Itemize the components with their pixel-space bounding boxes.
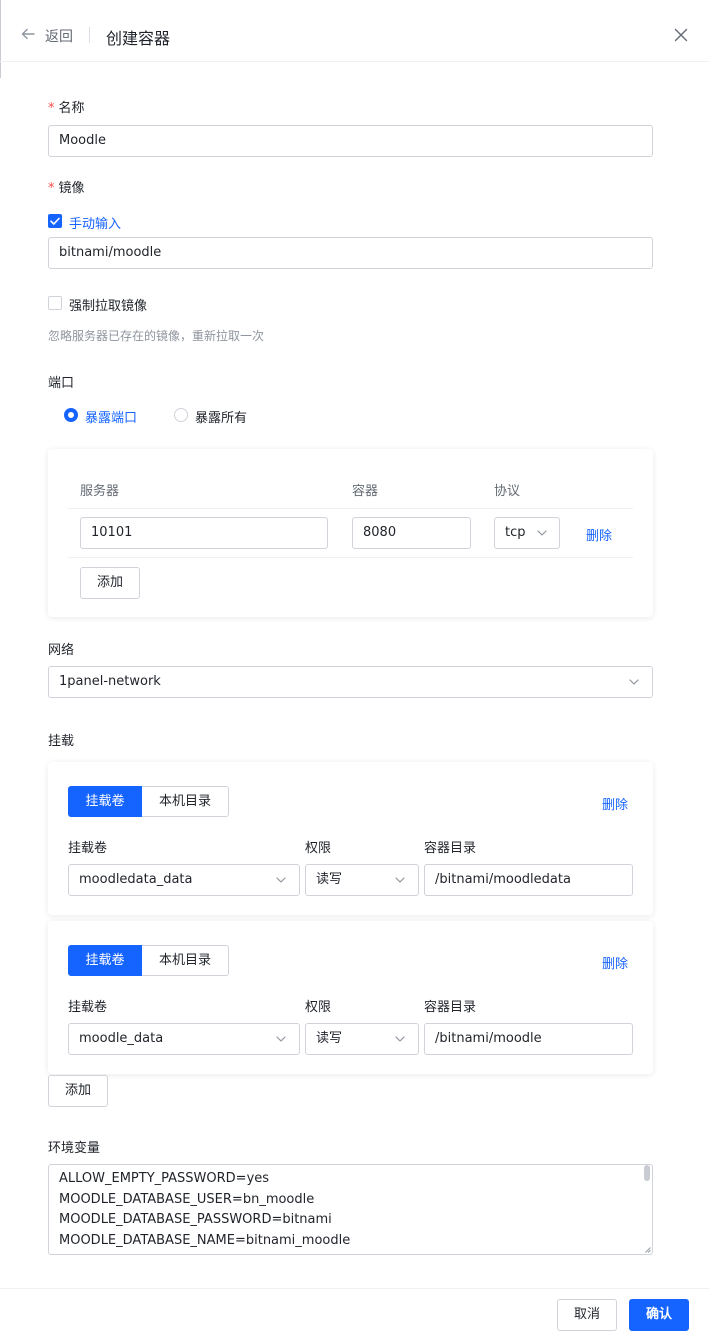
ports-card: 服务器 容器 协议 10101 8080 tcp 删除 添加 [48,449,653,617]
back-link[interactable]: 返回 [45,26,73,46]
page-title: 创建容器 [106,29,171,48]
resize-handle-icon[interactable] [645,1247,651,1253]
port-server-input[interactable]: 10101 [80,517,328,549]
mount-container-dir-input[interactable]: /bitnami/moodledata [424,864,633,896]
header-divider [89,27,90,43]
env-line: MOODLE_DATABASE_PASSWORD=bitnami [59,1212,332,1227]
chevron-down-icon [395,1036,405,1042]
mount-delete-link[interactable]: 删除 [602,794,628,813]
env-line: MOODLE_DATABASE_NAME=bitnami_moodle [59,1232,351,1248]
chevron-down-icon [395,877,405,883]
cancel-button[interactable]: 取消 [557,1299,617,1331]
mount-volume-select[interactable]: moodle_data [68,1023,300,1055]
mount-volume-select[interactable]: moodledata_data [68,864,300,896]
check-icon [50,217,60,225]
mount-container-dir-input[interactable]: /bitnami/moodle [424,1023,633,1055]
chevron-down-icon [276,1036,286,1042]
chevron-down-icon [537,530,547,536]
radio-expose-ports[interactable] [64,408,78,422]
force-pull-label[interactable]: 强制拉取镜像 [69,295,147,314]
chevron-down-icon [629,679,639,685]
mount-type-host-tab[interactable]: 本机目录 [142,786,229,817]
port-protocol-select[interactable]: tcp [494,517,560,549]
drawer-header: 返回 创建容器 [0,0,709,62]
env-textarea[interactable]: ALLOW_EMPTY_PASSWORD=yes MOODLE_DATABASE… [48,1164,653,1255]
env-line: MOODLE_DATABASE_USER=bn_moodle [59,1191,315,1207]
col-header-server: 服务器 [80,484,120,499]
mount-col-volume: 挂载卷 [68,1000,108,1015]
mount-type-host-tab[interactable]: 本机目录 [142,945,229,976]
table-divider [68,508,633,509]
mount-card: 挂载卷 本机目录 删除 挂载卷 权限 容器目录 moodle_data 读写 /… [48,921,653,1074]
chevron-down-icon [276,877,286,883]
radio-expose-all[interactable] [174,408,188,422]
env-label: 环境变量 [48,1141,101,1156]
mount-col-container-dir: 容器目录 [424,1000,477,1015]
manual-input-checkbox[interactable] [48,214,62,228]
port-container-input[interactable]: 8080 [352,517,471,549]
force-pull-hint: 忽略服务器已存在的镜像，重新拉取一次 [48,329,265,343]
close-icon[interactable] [673,27,689,43]
mount-type-volume-tab[interactable]: 挂载卷 [68,786,142,817]
add-port-button[interactable]: 添加 [80,567,140,599]
port-delete-link[interactable]: 删除 [586,525,612,544]
image-label: * 镜像 [48,181,85,196]
network-label: 网络 [48,643,75,658]
mount-card: 挂载卷 本机目录 删除 挂载卷 权限 容器目录 moodledata_data … [48,762,653,915]
add-mount-button[interactable]: 添加 [48,1075,108,1107]
col-header-container: 容器 [352,484,379,499]
mount-col-container-dir: 容器目录 [424,841,477,856]
back-arrow-icon[interactable] [20,26,36,42]
mounts-label: 挂载 [48,734,75,749]
mount-permission-select[interactable]: 读写 [305,1023,419,1055]
radio-expose-all-label[interactable]: 暴露所有 [195,407,247,426]
network-select[interactable]: 1panel-network [48,666,653,698]
env-line: ALLOW_EMPTY_PASSWORD=yes [59,1171,270,1186]
ports-label: 端口 [48,376,75,391]
mount-delete-link[interactable]: 删除 [602,953,628,972]
name-label: * 名称 [48,101,85,116]
name-input[interactable]: Moodle [48,125,653,157]
textarea-scrollbar[interactable] [644,1165,650,1181]
col-header-protocol: 协议 [494,484,521,499]
mount-col-permission: 权限 [305,1000,332,1015]
force-pull-checkbox[interactable] [48,296,62,310]
mount-col-permission: 权限 [305,841,332,856]
table-divider [68,557,633,558]
manual-input-label[interactable]: 手动输入 [69,213,121,232]
confirm-button[interactable]: 确认 [629,1299,689,1331]
mount-type-volume-tab[interactable]: 挂载卷 [68,945,142,976]
mount-permission-select[interactable]: 读写 [305,864,419,896]
drawer-footer: 取消 确认 [0,1288,709,1341]
image-input[interactable]: bitnami/moodle [48,237,653,269]
radio-expose-ports-label[interactable]: 暴露端口 [85,407,137,426]
mount-col-volume: 挂载卷 [68,841,108,856]
